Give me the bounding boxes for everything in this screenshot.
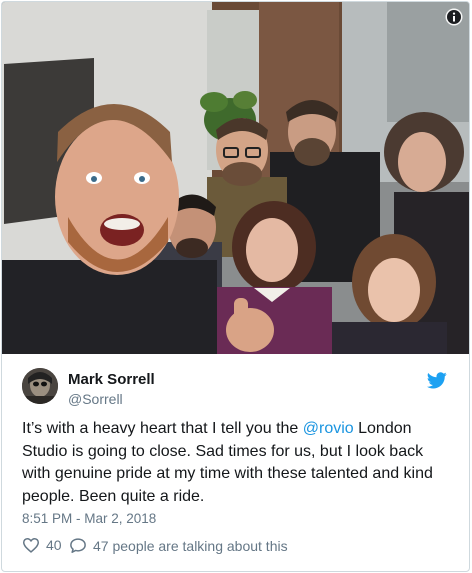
speech-bubble-icon xyxy=(70,538,86,553)
author-name[interactable]: Mark Sorrell xyxy=(68,371,155,388)
tweet-actions: 40 47 people are talking about this xyxy=(22,537,442,557)
author-handle[interactable]: @Sorrell xyxy=(68,391,123,407)
avatar[interactable] xyxy=(22,368,58,404)
like-count: 40 xyxy=(46,537,62,553)
heart-icon xyxy=(22,538,40,553)
group-selfie-image xyxy=(2,2,469,354)
conversation-link[interactable]: 47 people are talking about this xyxy=(69,537,288,554)
like-button[interactable]: 40 xyxy=(22,537,62,553)
tweet-text: It’s with a heavy heart that I tell you … xyxy=(22,418,452,508)
tweet-header: Mark Sorrell @Sorrell xyxy=(22,368,449,410)
tweet-photo[interactable] xyxy=(2,2,469,354)
tweet-text-part-1: It’s with a heavy heart that I tell you … xyxy=(22,420,303,437)
info-icon[interactable] xyxy=(445,8,463,26)
tweet-card[interactable]: Mark Sorrell @Sorrell It’s with a heavy … xyxy=(1,1,470,572)
mention-link[interactable]: @rovio xyxy=(303,420,354,437)
tweet-timestamp[interactable]: 8:51 PM - Mar 2, 2018 xyxy=(22,511,156,526)
conversation-count: 47 people are talking about this xyxy=(93,537,288,554)
twitter-bird-icon[interactable] xyxy=(426,372,447,389)
tweet-body: Mark Sorrell @Sorrell It’s with a heavy … xyxy=(2,354,469,571)
